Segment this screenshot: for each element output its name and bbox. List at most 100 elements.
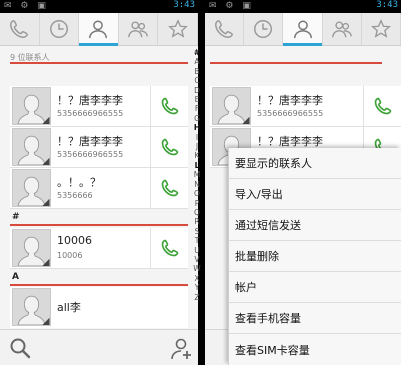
options-menu: 要显示的联系人 导入/导出 通过短信发送 批量删除 帐户 查看手机容量 查看SI…	[228, 148, 401, 365]
menu-item-batch-delete[interactable]: 批量删除	[229, 241, 401, 272]
status-bar: ✉ ⚙ ▣ 3:43	[205, 0, 401, 13]
tab-favorites[interactable]	[362, 13, 401, 45]
avatar	[12, 128, 51, 166]
index-letter[interactable]: C	[194, 76, 199, 85]
person-icon	[89, 20, 108, 39]
person-icon	[293, 20, 312, 39]
call-button[interactable]	[150, 228, 188, 268]
avatar	[12, 87, 51, 125]
call-button[interactable]	[363, 86, 401, 126]
index-letter[interactable]: H	[194, 123, 200, 132]
call-icon	[374, 97, 391, 115]
star-icon	[370, 19, 391, 38]
index-letter[interactable]: N	[194, 180, 200, 189]
section-divider	[10, 224, 188, 226]
index-letter[interactable]: F	[195, 104, 199, 113]
status-time: 3:43	[376, 0, 398, 10]
contact-row[interactable]: 10006 10006	[10, 228, 188, 269]
default-avatar-icon	[13, 230, 50, 266]
clock-icon	[49, 20, 68, 38]
contact-row[interactable]: ！？唐李李李 5356666966555	[10, 86, 188, 127]
contact-row[interactable]: ！？唐李李李 5356666966555	[210, 86, 401, 127]
menu-item-send-via-sms[interactable]: 通过短信发送	[229, 210, 401, 241]
avatar	[12, 169, 51, 207]
index-letter[interactable]: R	[194, 217, 199, 226]
index-letter[interactable]: Q	[194, 208, 200, 217]
contact-number: 10006	[57, 251, 83, 260]
menu-item-import-export[interactable]: 导入/导出	[229, 179, 401, 210]
header-divider	[10, 62, 188, 64]
contact-name: ！？唐李李李	[257, 135, 323, 148]
contact-name: 。！。？	[57, 176, 101, 189]
contact-number: 5356666966555	[57, 109, 124, 118]
tab-bar	[0, 13, 198, 46]
avatar	[12, 229, 51, 267]
tab-contacts[interactable]	[283, 13, 323, 46]
index-letter[interactable]: V	[194, 255, 199, 264]
phone-icon	[215, 20, 234, 38]
contact-name: ！？唐李李李	[57, 135, 123, 148]
index-letter[interactable]: E	[195, 95, 200, 104]
call-icon	[161, 138, 178, 156]
index-letter[interactable]: J	[196, 142, 198, 151]
index-letter[interactable]: P	[195, 199, 200, 208]
index-letter[interactable]: A	[194, 57, 199, 66]
call-button[interactable]	[150, 168, 188, 208]
tab-contacts[interactable]	[79, 13, 119, 46]
tab-call-log[interactable]	[40, 13, 80, 45]
index-letter[interactable]: G	[194, 114, 200, 123]
tab-phone[interactable]	[0, 13, 40, 45]
contact-row[interactable]: all李	[10, 287, 188, 328]
tab-groups[interactable]	[119, 13, 159, 45]
bottom-action-bar	[0, 329, 198, 365]
contact-name: all李	[57, 301, 81, 314]
index-letter[interactable]: D	[194, 86, 200, 95]
index-letter[interactable]: S	[195, 227, 200, 236]
phone-icon	[10, 20, 29, 38]
contact-number: 5356666	[57, 191, 93, 200]
index-letter[interactable]: U	[194, 246, 200, 255]
default-avatar-icon	[13, 88, 50, 124]
index-letter[interactable]: #	[194, 48, 200, 57]
call-button[interactable]	[150, 127, 188, 167]
clock-icon	[254, 20, 273, 38]
tab-phone[interactable]	[205, 13, 245, 45]
menu-item-phone-capacity[interactable]: 查看手机容量	[229, 303, 401, 334]
menu-item-accounts[interactable]: 帐户	[229, 272, 401, 303]
index-letter[interactable]: L	[195, 161, 200, 170]
index-letter[interactable]: Y	[195, 283, 200, 292]
index-letter[interactable]: O	[194, 189, 200, 198]
call-button[interactable]	[150, 86, 188, 126]
index-letter[interactable]: Z	[194, 293, 199, 302]
index-letter[interactable]: K	[195, 151, 200, 160]
contact-name: ！？唐李李李	[57, 94, 123, 107]
default-avatar-icon	[213, 88, 250, 124]
tab-call-log[interactable]	[244, 13, 284, 45]
index-letter[interactable]: W	[193, 264, 200, 273]
index-letter[interactable]: M	[194, 170, 200, 179]
index-letter[interactable]: X	[194, 274, 199, 283]
alphabet-index[interactable]: # A B C D E F G H I J K L M N O P Q R S T U V W X Y Z	[190, 48, 204, 302]
menu-item-contacts-to-display[interactable]: 要显示的联系人	[229, 148, 401, 179]
default-avatar-icon	[13, 129, 50, 165]
tab-groups[interactable]	[323, 13, 362, 45]
tab-favorites[interactable]	[158, 13, 198, 45]
menu-item-sim-capacity[interactable]: 查看SIM卡容量	[229, 334, 401, 365]
call-icon	[161, 97, 178, 115]
group-icon	[128, 21, 148, 38]
index-letter[interactable]: I	[196, 133, 198, 142]
status-bar: ✉ ⚙ ▣ 3:43	[0, 0, 198, 13]
avatar	[212, 87, 251, 125]
contact-row[interactable]: ！？唐李李李 5356666966555	[10, 127, 188, 168]
search-icon[interactable]	[8, 336, 32, 360]
index-letter[interactable]: T	[195, 236, 200, 245]
section-header-a: A	[12, 272, 19, 282]
contact-row[interactable]: 。！。？ 5356666	[10, 168, 188, 209]
star-icon	[167, 19, 188, 38]
index-letter[interactable]: B	[194, 67, 199, 76]
contact-name: ！？唐李李李	[257, 94, 323, 107]
add-contact-icon[interactable]	[168, 335, 194, 361]
call-icon	[161, 179, 178, 197]
default-avatar-icon	[13, 289, 50, 325]
avatar	[12, 288, 51, 326]
